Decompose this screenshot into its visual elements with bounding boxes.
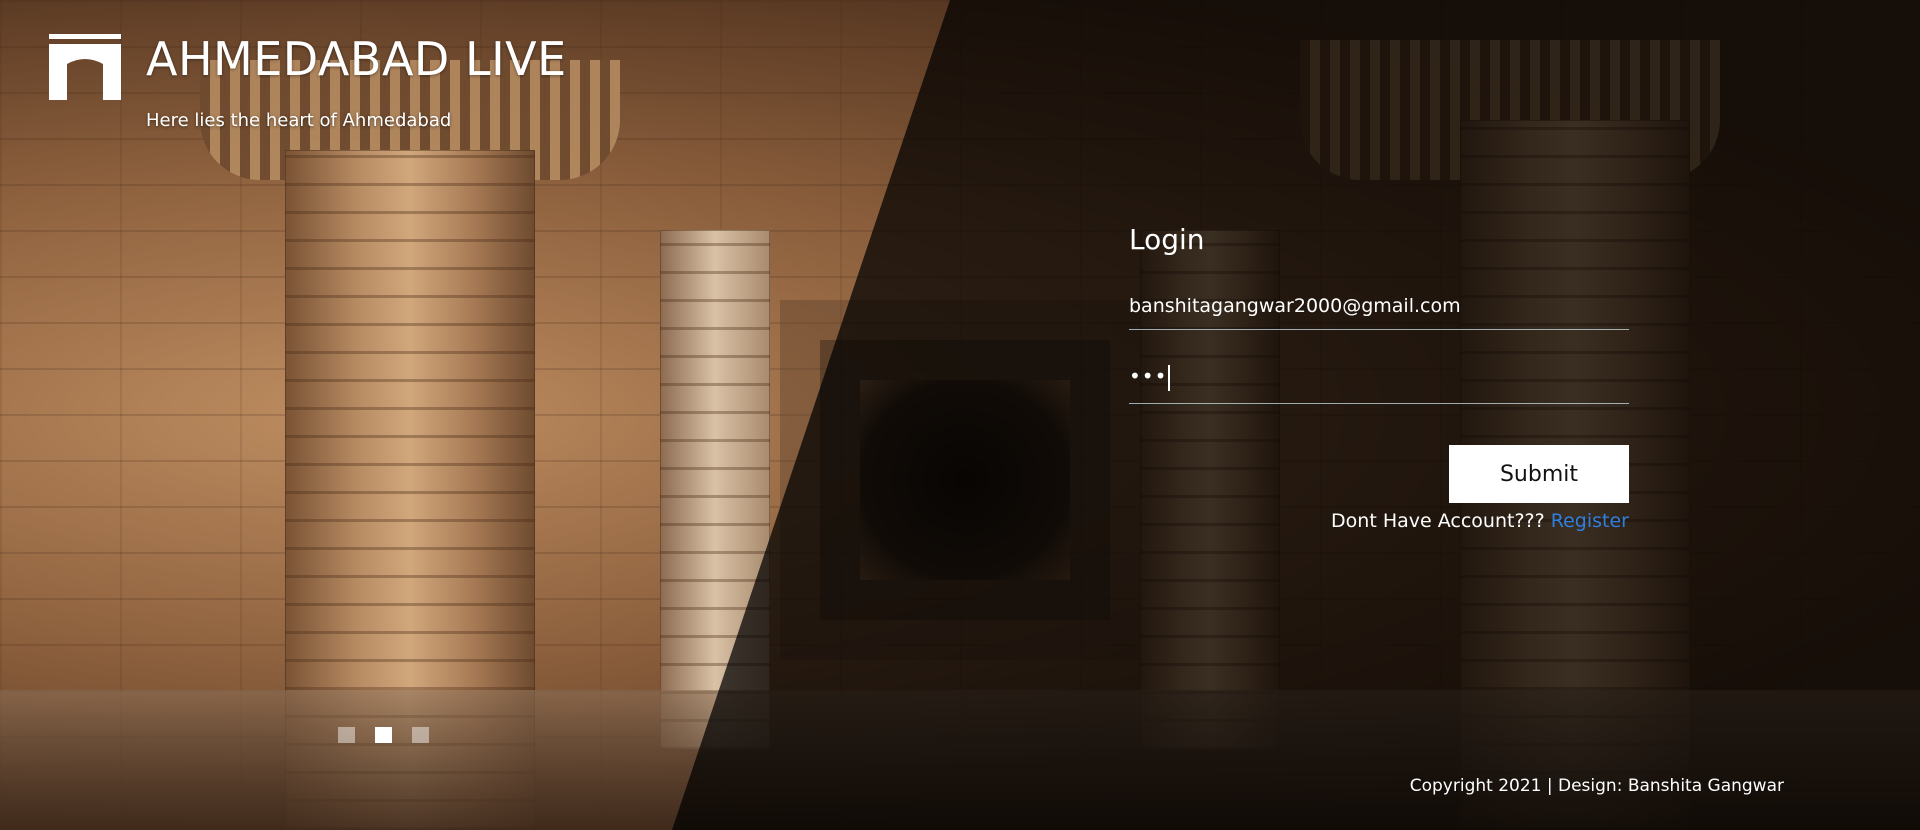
slider-dot-1[interactable] bbox=[338, 727, 355, 743]
password-field[interactable]: ••• bbox=[1129, 364, 1629, 404]
register-prompt: Dont Have Account??? Register bbox=[1331, 510, 1629, 532]
copyright-footer: Copyright 2021 | Design: Banshita Gangwa… bbox=[1409, 776, 1784, 796]
login-form: Login banshitagangwar2000@gmail.com ••• … bbox=[1129, 220, 1629, 532]
site-tagline: Here lies the heart of Ahmedabad bbox=[146, 110, 452, 131]
slider-dot-3[interactable] bbox=[412, 727, 429, 743]
email-value: banshitagangwar2000@gmail.com bbox=[1129, 295, 1461, 317]
login-heading: Login bbox=[1129, 223, 1205, 256]
slider-dots bbox=[338, 727, 429, 743]
login-page: AHMEDABAD LIVE Here lies the heart of Ah… bbox=[0, 0, 1920, 830]
email-field[interactable]: banshitagangwar2000@gmail.com bbox=[1129, 295, 1629, 330]
password-value: ••• bbox=[1129, 364, 1168, 388]
no-account-text: Dont Have Account??? bbox=[1331, 510, 1545, 532]
site-title: AHMEDABAD LIVE bbox=[146, 32, 567, 86]
submit-button[interactable]: Submit bbox=[1449, 445, 1629, 503]
brand: AHMEDABAD LIVE Here lies the heart of Ah… bbox=[49, 32, 567, 131]
slider-dot-2[interactable] bbox=[375, 727, 392, 743]
register-link[interactable]: Register bbox=[1551, 510, 1629, 532]
brand-text: AHMEDABAD LIVE Here lies the heart of Ah… bbox=[146, 32, 567, 131]
text-caret bbox=[1168, 364, 1171, 391]
stepwell-gate-icon bbox=[49, 34, 121, 100]
